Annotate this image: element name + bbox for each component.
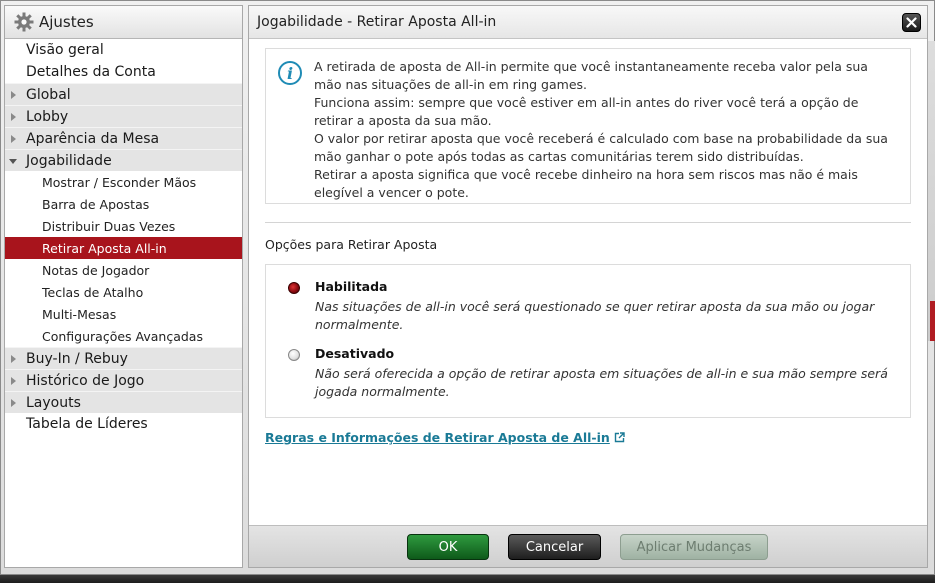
- section-title: Opções para Retirar Aposta: [265, 237, 438, 252]
- option-description: Nas situações de all-in você será questi…: [315, 299, 875, 332]
- chevron-right-icon: [11, 377, 16, 385]
- radio-unselected[interactable]: [288, 349, 300, 361]
- sidebar-item-label: Lobby: [26, 108, 69, 125]
- sidebar-item-label: Histórico de Jogo: [26, 372, 145, 389]
- sidebar-item-aparencia-mesa[interactable]: Aparência da Mesa: [5, 127, 242, 149]
- sidebar-item-label: Buy-In / Rebuy: [26, 350, 128, 367]
- chevron-right-icon: [11, 399, 16, 407]
- ok-button-label: OK: [438, 539, 458, 555]
- sidebar-item-label: Aparência da Mesa: [26, 130, 160, 147]
- sidebar-item-mostrar-esconder-maos[interactable]: Mostrar / Esconder Mãos: [5, 171, 242, 193]
- panel-header: Jogabilidade - Retirar Aposta All-in: [249, 6, 927, 39]
- chevron-right-icon: [11, 113, 16, 121]
- options-box: Habilitada Nas situações de all-in você …: [265, 264, 911, 418]
- background-edge: [928, 41, 935, 341]
- close-button[interactable]: [902, 13, 921, 32]
- sidebar-item-label: Jogabilidade: [26, 152, 112, 169]
- sidebar-item-label: Barra de Apostas: [42, 196, 150, 212]
- radio-selected[interactable]: [288, 282, 300, 294]
- sidebar-item-label: Configurações Avançadas: [42, 328, 203, 344]
- sidebar-item-retirar-aposta-all-in[interactable]: Retirar Aposta All-in: [5, 237, 242, 259]
- option-label: Desativado: [315, 346, 395, 361]
- chevron-right-icon: [11, 91, 16, 99]
- cancel-button-label: Cancelar: [525, 539, 584, 555]
- sidebar-item-configuracoes-avancadas[interactable]: Configurações Avançadas: [5, 325, 242, 347]
- info-paragraph: Funciona assim: sempre que você estiver …: [314, 95, 859, 128]
- gear-icon: [14, 12, 34, 32]
- sidebar-item-jogabilidade[interactable]: Jogabilidade: [5, 149, 242, 171]
- sidebar-item-label: Multi-Mesas: [42, 306, 117, 322]
- chevron-down-icon: [9, 159, 17, 164]
- info-paragraph: Retirar a aposta significa que você rece…: [314, 167, 858, 200]
- sidebar-item-label: Mostrar / Esconder Mãos: [42, 174, 197, 190]
- sidebar-item-notas-jogador[interactable]: Notas de Jogador: [5, 259, 242, 281]
- taskbar-strip: [0, 575, 935, 583]
- sidebar-item-label: Teclas de Atalho: [42, 284, 144, 300]
- rules-link-label: Regras e Informações de Retirar Aposta d…: [265, 430, 610, 445]
- sidebar-item-label: Tabela de Líderes: [26, 416, 148, 432]
- sidebar-title: Ajustes: [39, 13, 94, 31]
- sidebar-item-historico-jogo[interactable]: Histórico de Jogo: [5, 369, 242, 391]
- sidebar-item-buy-in-rebuy[interactable]: Buy-In / Rebuy: [5, 347, 242, 369]
- sidebar-item-teclas-atalho[interactable]: Teclas de Atalho: [5, 281, 242, 303]
- sidebar-item-distribuir-duas-vezes[interactable]: Distribuir Duas Vezes: [5, 215, 242, 237]
- sidebar-item-barra-apostas[interactable]: Barra de Apostas: [5, 193, 242, 215]
- info-text: A retirada de aposta de All-in permite q…: [314, 58, 899, 202]
- chevron-right-icon: [11, 135, 16, 143]
- sidebar-item-label: Global: [26, 86, 71, 103]
- sidebar-item-label: Notas de Jogador: [42, 262, 150, 278]
- sidebar-header: Ajustes: [5, 6, 242, 39]
- info-paragraph: A retirada de aposta de All-in permite q…: [314, 59, 868, 92]
- sidebar-item-tabela-lideres[interactable]: Tabela de Líderes: [5, 413, 242, 435]
- cancel-button[interactable]: Cancelar: [508, 534, 601, 560]
- external-link-icon: [614, 432, 625, 443]
- page-title: Jogabilidade - Retirar Aposta All-in: [257, 14, 497, 30]
- info-paragraph: O valor por retirar aposta que você rece…: [314, 131, 888, 164]
- sidebar-item-multi-mesas[interactable]: Multi-Mesas: [5, 303, 242, 325]
- info-icon: i: [278, 61, 302, 85]
- apply-changes-button[interactable]: Aplicar Mudanças: [620, 534, 768, 560]
- settings-sidebar: Ajustes Visão geral Detalhes da Conta Gl…: [4, 5, 243, 568]
- sidebar-item-lobby[interactable]: Lobby: [5, 105, 242, 127]
- sidebar-item-global[interactable]: Global: [5, 83, 242, 105]
- apply-button-label: Aplicar Mudanças: [636, 539, 752, 555]
- sidebar-item-visao-geral[interactable]: Visão geral: [5, 39, 242, 61]
- sidebar-item-detalhes-conta[interactable]: Detalhes da Conta: [5, 61, 242, 83]
- content-panel: Jogabilidade - Retirar Aposta All-in i A…: [248, 5, 928, 568]
- sidebar-item-label: Detalhes da Conta: [26, 64, 156, 80]
- chevron-right-icon: [11, 355, 16, 363]
- footer-bar: OK Cancelar Aplicar Mudanças: [249, 525, 927, 567]
- option-label: Habilitada: [315, 279, 388, 294]
- info-box: i A retirada de aposta de All-in permite…: [265, 48, 911, 204]
- settings-window: Ajustes Visão geral Detalhes da Conta Gl…: [0, 0, 935, 575]
- sidebar-item-layouts[interactable]: Layouts: [5, 391, 242, 413]
- divider: [265, 222, 911, 223]
- sidebar-item-label: Visão geral: [26, 42, 104, 58]
- close-icon: [906, 17, 917, 28]
- background-accent: [930, 301, 935, 341]
- ok-button[interactable]: OK: [407, 534, 489, 560]
- sidebar-item-label: Distribuir Duas Vezes: [42, 218, 176, 234]
- sidebar-item-label: Retirar Aposta All-in: [42, 240, 167, 256]
- rules-link[interactable]: Regras e Informações de Retirar Aposta d…: [265, 430, 625, 445]
- option-description: Não será oferecida a opção de retirar ap…: [315, 366, 888, 399]
- sidebar-item-label: Layouts: [26, 394, 81, 411]
